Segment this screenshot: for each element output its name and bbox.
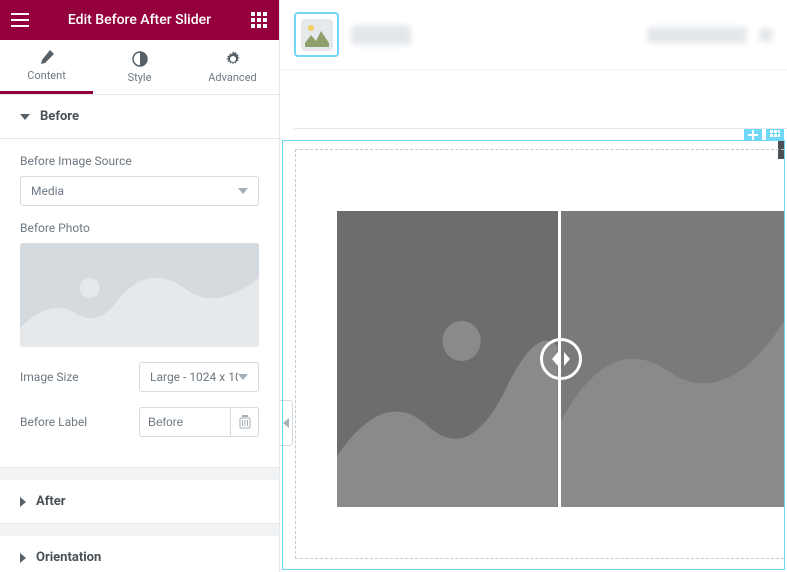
- preview-area: [280, 0, 787, 572]
- select-value: Media: [31, 184, 64, 198]
- before-after-slider-widget[interactable]: [337, 211, 784, 507]
- section-orientation: Orientation: [0, 536, 279, 572]
- reset-button[interactable]: [231, 407, 259, 437]
- chevron-down-icon: [238, 374, 248, 380]
- before-image: [337, 211, 561, 507]
- before-source-label: Before Image Source: [20, 154, 259, 168]
- before-photo-label: Before Photo: [20, 221, 259, 235]
- tab-content[interactable]: Content: [0, 40, 93, 94]
- chevron-down-icon: [238, 188, 248, 194]
- section-after: After: [0, 480, 279, 524]
- section-title: Before: [40, 109, 79, 124]
- before-photo-preview[interactable]: [20, 243, 259, 347]
- section-before-body: Before Image Source Media Before Photo: [0, 138, 279, 467]
- tabs: Content Style Advanced: [0, 40, 279, 95]
- panel-title: Edit Before After Slider: [32, 12, 247, 28]
- apps-icon[interactable]: [247, 8, 271, 32]
- section-title: After: [36, 494, 66, 509]
- reset-icon: [239, 415, 251, 429]
- tab-label: Style: [128, 71, 152, 84]
- canvas-selection: [282, 140, 785, 570]
- divider: [294, 128, 787, 129]
- blurred-meta: [647, 27, 747, 43]
- menu-icon[interactable]: [8, 8, 32, 32]
- caret-right-icon: [20, 553, 26, 563]
- editor-sidebar: Edit Before After Slider Content Style: [0, 0, 280, 572]
- image-size-select[interactable]: Large - 1024 x 10: [139, 362, 259, 392]
- preview-topbar: [280, 0, 787, 70]
- blurred-icon: [759, 28, 773, 42]
- widget-thumbnail[interactable]: [294, 12, 339, 57]
- section-after-header[interactable]: After: [0, 480, 279, 523]
- section-before-header[interactable]: Before: [0, 95, 279, 138]
- tab-label: Advanced: [208, 71, 256, 84]
- contrast-icon: [132, 51, 148, 67]
- tab-advanced[interactable]: Advanced: [186, 40, 279, 94]
- caret-right-icon: [20, 497, 26, 507]
- select-value: Large - 1024 x 10: [150, 370, 238, 384]
- spacer: [0, 468, 279, 480]
- tab-style[interactable]: Style: [93, 40, 186, 94]
- add-section-button[interactable]: [744, 129, 762, 141]
- before-source-select[interactable]: Media: [20, 176, 259, 206]
- section-grid-button[interactable]: [766, 129, 784, 141]
- tab-label: Content: [27, 69, 66, 82]
- section-orientation-header[interactable]: Orientation: [0, 536, 279, 572]
- after-image: [561, 211, 785, 507]
- before-label-label: Before Label: [20, 415, 87, 429]
- before-label-input[interactable]: [139, 407, 231, 437]
- pencil-icon: [39, 49, 55, 65]
- spacer: [0, 524, 279, 536]
- sidebar-header: Edit Before After Slider: [0, 0, 279, 40]
- section-before: Before Before Image Source Media Before …: [0, 95, 279, 468]
- section-title: Orientation: [36, 550, 101, 565]
- caret-down-icon: [20, 114, 30, 120]
- blurred-title: [351, 25, 411, 45]
- image-size-label: Image Size: [20, 370, 79, 384]
- gear-icon: [225, 51, 241, 67]
- sections: Before Before Image Source Media Before …: [0, 95, 279, 572]
- slider-drag-handle[interactable]: [540, 338, 582, 380]
- grid-icon: [770, 130, 780, 140]
- plus-icon: [748, 130, 758, 140]
